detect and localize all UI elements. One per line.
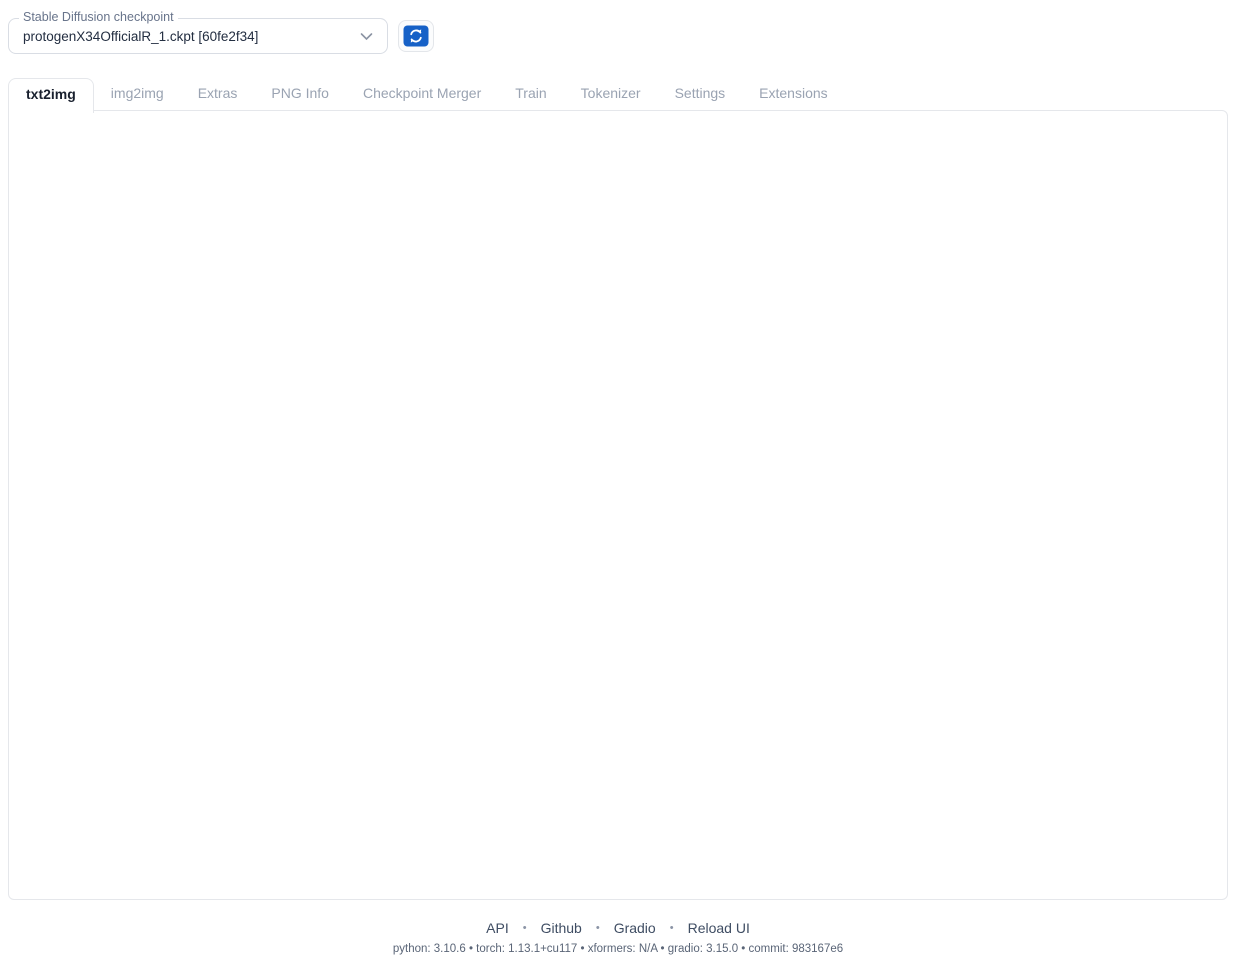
checkpoint-value: protogenX34OfficialR_1.ckpt [60fe2f34] bbox=[23, 29, 360, 44]
refresh-icon bbox=[403, 25, 429, 47]
main-tabs: txt2img img2img Extras PNG Info Checkpoi… bbox=[8, 78, 1228, 111]
version-info: python: 3.10.6 • torch: 1.13.1+cu117 • x… bbox=[0, 943, 1236, 955]
bullet-separator: • bbox=[596, 922, 600, 934]
tab-extensions[interactable]: Extensions bbox=[742, 78, 844, 111]
txt2img-panel bbox=[8, 110, 1228, 900]
sd-webui: Stable Diffusion checkpoint protogenX34O… bbox=[0, 0, 1236, 966]
api-link[interactable]: API bbox=[486, 920, 509, 936]
tab-settings[interactable]: Settings bbox=[658, 78, 743, 111]
tab-txt2img[interactable]: txt2img bbox=[8, 78, 94, 113]
tab-checkpoint-merger[interactable]: Checkpoint Merger bbox=[346, 78, 498, 111]
checkpoint-select[interactable]: Stable Diffusion checkpoint protogenX34O… bbox=[8, 18, 388, 54]
gradio-link[interactable]: Gradio bbox=[614, 920, 656, 936]
tab-train[interactable]: Train bbox=[498, 78, 563, 111]
tab-img2img[interactable]: img2img bbox=[94, 78, 181, 111]
checkpoint-label: Stable Diffusion checkpoint bbox=[19, 10, 178, 24]
reload-ui-link[interactable]: Reload UI bbox=[688, 920, 750, 936]
chevron-down-icon bbox=[360, 32, 373, 41]
tab-tokenizer[interactable]: Tokenizer bbox=[564, 78, 658, 111]
tab-extras[interactable]: Extras bbox=[181, 78, 255, 111]
footer-links: API • Github • Gradio • Reload UI bbox=[0, 920, 1236, 936]
github-link[interactable]: Github bbox=[541, 920, 582, 936]
refresh-checkpoint-button[interactable] bbox=[398, 20, 434, 52]
tab-png-info[interactable]: PNG Info bbox=[254, 78, 346, 111]
bullet-separator: • bbox=[523, 922, 527, 934]
bullet-separator: • bbox=[670, 922, 674, 934]
